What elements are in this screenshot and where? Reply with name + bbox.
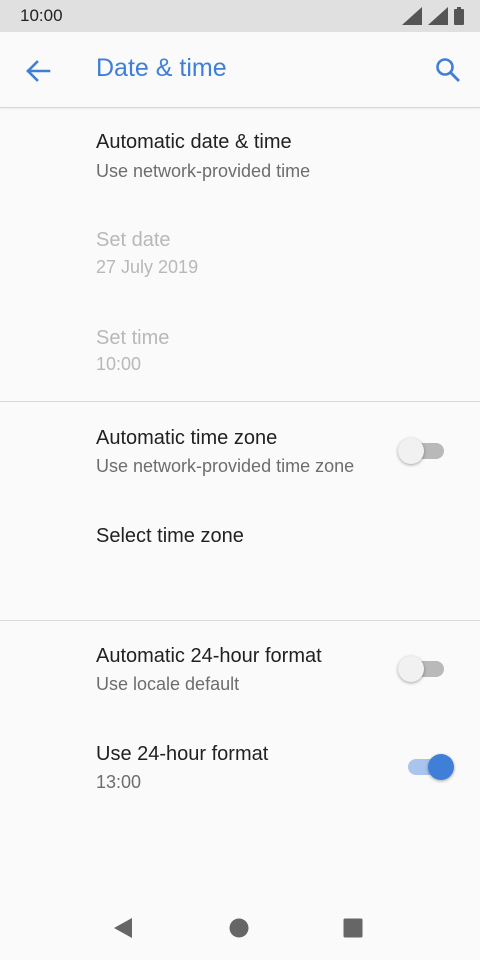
set-time-item[interactable]: Set time 10:00 bbox=[0, 304, 480, 402]
set-time-title: Set time bbox=[96, 327, 170, 349]
use-24-hour-switch[interactable] bbox=[402, 751, 454, 781]
status-bar: 10:00 bbox=[0, 0, 480, 32]
select-time-zone-title: Select time zone bbox=[96, 525, 244, 547]
automatic-date-time-title: Automatic date & time bbox=[96, 131, 292, 153]
use-24-hour-item[interactable]: Use 24-hour format 13:00 bbox=[0, 719, 480, 817]
battery-icon bbox=[454, 7, 464, 25]
use-24-hour-title: Use 24-hour format bbox=[96, 743, 269, 765]
set-date-title: Set date bbox=[96, 229, 171, 251]
set-date-item[interactable]: Set date 27 July 2019 bbox=[0, 206, 480, 304]
nav-recents-square-icon bbox=[343, 918, 363, 938]
status-time: 10:00 bbox=[20, 6, 63, 25]
nav-back-triangle-icon bbox=[114, 918, 132, 938]
switch-thumb bbox=[428, 754, 454, 780]
page-title: Date & time bbox=[96, 54, 227, 82]
nav-back-button[interactable] bbox=[107, 912, 139, 944]
automatic-24-hour-switch[interactable] bbox=[398, 653, 448, 683]
automatic-24-hour-summary: Use locale default bbox=[96, 674, 240, 694]
nav-home-button[interactable] bbox=[223, 912, 255, 944]
automatic-24-hour-item[interactable]: Automatic 24-hour format Use locale defa… bbox=[0, 621, 480, 719]
automatic-date-time-item[interactable]: Automatic date & time Use network-provid… bbox=[0, 108, 480, 206]
select-time-zone-item[interactable]: Select time zone bbox=[0, 500, 480, 620]
set-date-summary: 27 July 2019 bbox=[96, 257, 199, 277]
use-24-hour-summary: 13:00 bbox=[96, 772, 142, 792]
automatic-time-zone-summary: Use network-provided time zone bbox=[96, 456, 355, 476]
switch-thumb bbox=[398, 438, 424, 464]
signal-icon bbox=[402, 7, 422, 25]
app-bar: Date & time bbox=[0, 32, 480, 108]
navigation-bar bbox=[0, 894, 480, 960]
automatic-24-hour-title: Automatic 24-hour format bbox=[96, 645, 322, 667]
nav-recents-button[interactable] bbox=[337, 912, 369, 944]
status-icons bbox=[402, 7, 464, 25]
automatic-date-time-summary: Use network-provided time bbox=[96, 161, 311, 181]
set-time-summary: 10:00 bbox=[96, 354, 142, 374]
back-button[interactable] bbox=[22, 55, 54, 87]
arrow-back-icon bbox=[26, 60, 51, 82]
automatic-time-zone-item[interactable]: Automatic time zone Use network-provided… bbox=[0, 402, 480, 500]
automatic-time-zone-switch[interactable] bbox=[398, 435, 448, 465]
nav-home-circle-icon bbox=[229, 918, 249, 938]
signal-2-icon bbox=[428, 7, 448, 25]
search-icon bbox=[436, 58, 460, 82]
switch-thumb bbox=[398, 656, 424, 682]
automatic-time-zone-title: Automatic time zone bbox=[96, 427, 278, 449]
search-button[interactable] bbox=[432, 54, 464, 86]
